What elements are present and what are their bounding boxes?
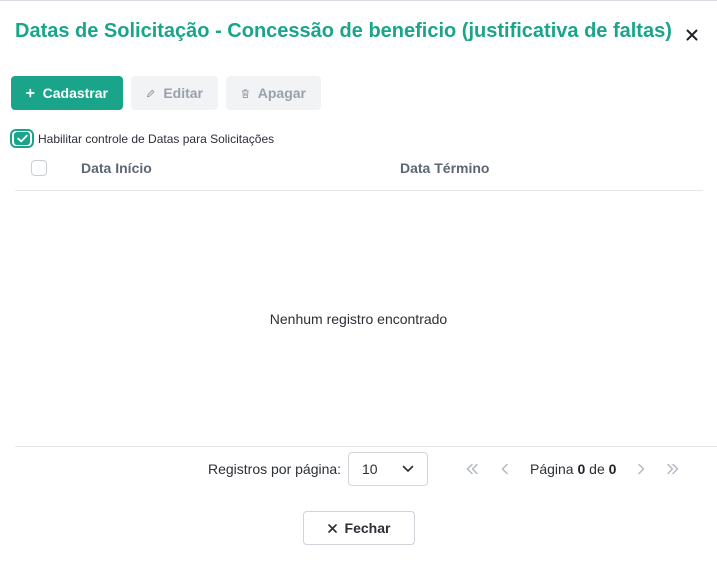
check-icon — [16, 134, 28, 143]
records-per-page-label: Registros por página: — [208, 461, 342, 477]
double-chevron-right-icon — [667, 463, 679, 475]
table-footer-divider — [15, 446, 717, 447]
trash-icon — [242, 88, 249, 98]
plus-icon — [26, 88, 35, 98]
top-divider — [0, 0, 717, 1]
current-page-number: 0 — [577, 461, 586, 477]
edit-button[interactable]: Editar — [131, 76, 218, 110]
column-header-end-date[interactable]: Data Término — [400, 160, 489, 176]
enable-dates-label: Habilitar controle de Datas para Solicit… — [38, 131, 275, 146]
close-dialog-button[interactable] — [681, 24, 703, 46]
chevron-right-icon — [638, 463, 645, 475]
next-page-button[interactable] — [633, 461, 649, 477]
toolbar: Cadastrar Editar Apagar — [11, 76, 321, 110]
add-button[interactable]: Cadastrar — [11, 76, 123, 110]
total-pages-number: 0 — [608, 461, 617, 477]
previous-page-button[interactable] — [497, 461, 513, 477]
last-page-button[interactable] — [665, 461, 681, 477]
page-indicator: Página 0 de 0 — [530, 461, 616, 477]
column-header-start-date[interactable]: Data Início — [81, 160, 152, 176]
chevron-down-icon — [402, 465, 414, 472]
records-per-page-value: 10 — [362, 461, 378, 477]
close-button[interactable]: Fechar — [303, 511, 415, 545]
double-chevron-left-icon — [466, 463, 478, 475]
enable-dates-checkbox[interactable] — [10, 129, 34, 148]
enable-dates-control: Habilitar controle de Datas para Solicit… — [10, 129, 274, 148]
of-word: de — [589, 461, 605, 477]
pencil-icon — [146, 89, 155, 97]
empty-table-message: Nenhum registro encontrado — [269, 311, 448, 327]
select-all-checkbox[interactable] — [31, 160, 47, 176]
close-icon — [327, 523, 337, 533]
records-per-page-select[interactable]: 10 — [348, 452, 428, 486]
delete-button-label: Apagar — [257, 85, 306, 101]
delete-button[interactable]: Apagar — [226, 76, 321, 110]
dialog-title: Datas de Solicitação - Concessão de bene… — [15, 20, 672, 42]
table-header: Data Início Data Término — [15, 155, 703, 191]
edit-button-label: Editar — [163, 85, 203, 101]
close-button-label: Fechar — [344, 520, 391, 536]
chevron-left-icon — [501, 463, 508, 475]
add-button-label: Cadastrar — [42, 85, 108, 101]
first-page-button[interactable] — [464, 461, 480, 477]
page-word: Página — [530, 461, 574, 477]
close-icon — [686, 29, 698, 41]
